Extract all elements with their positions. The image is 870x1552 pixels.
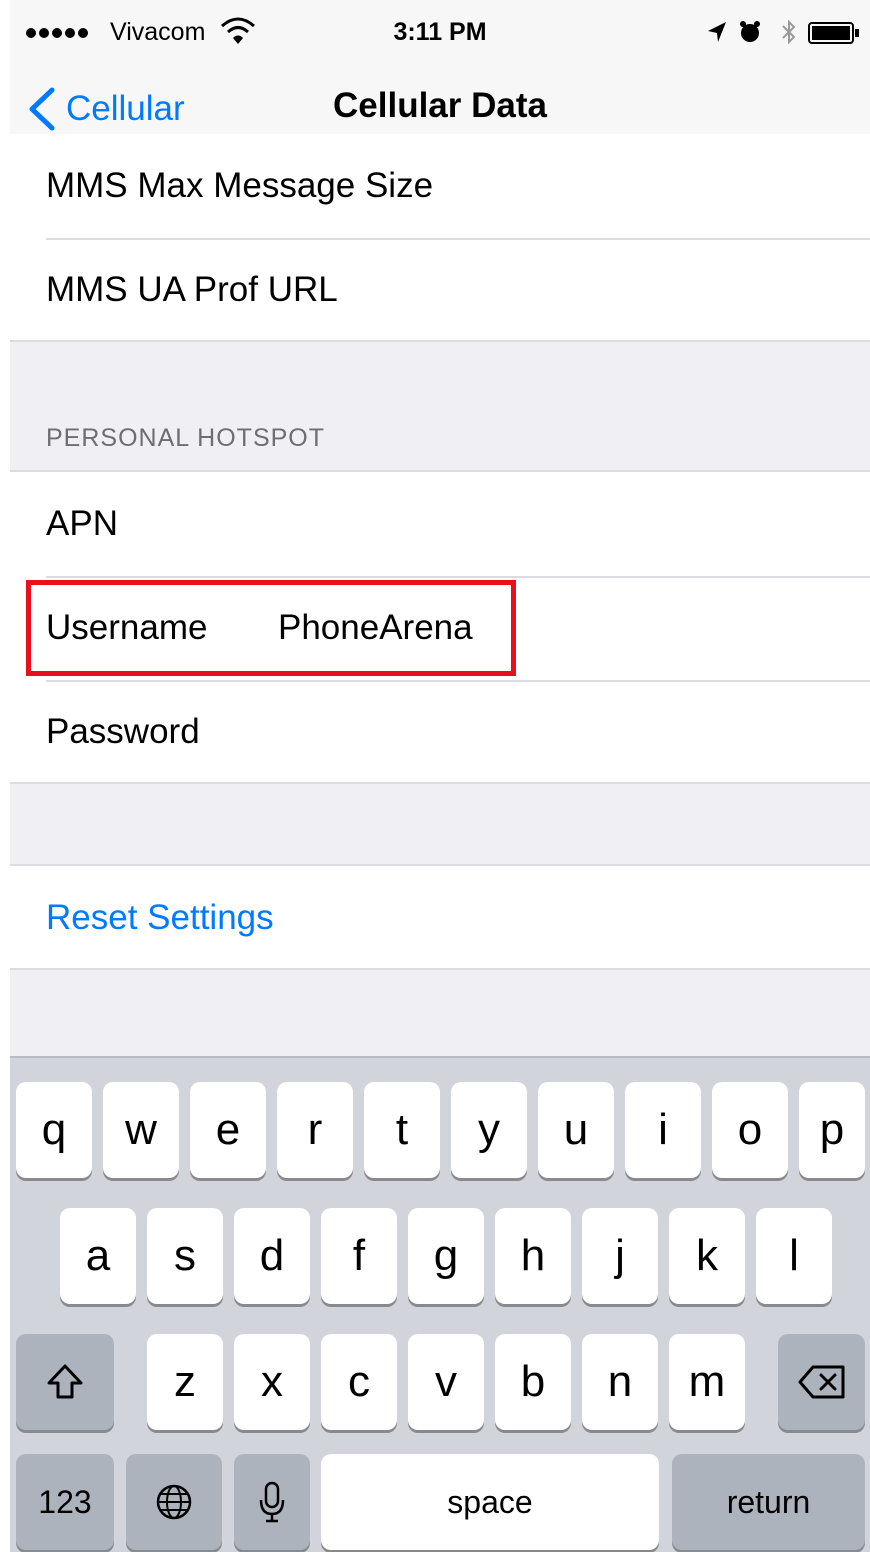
- key-h[interactable]: h: [495, 1208, 571, 1304]
- key-v[interactable]: v: [408, 1334, 484, 1430]
- key-w[interactable]: w: [103, 1082, 179, 1178]
- microphone-icon: [259, 1481, 285, 1523]
- key-f[interactable]: f: [321, 1208, 397, 1304]
- personal-hotspot-group: APN Username PhoneArena Password: [10, 472, 870, 784]
- key-t[interactable]: t: [364, 1082, 440, 1178]
- username-field[interactable]: PhoneArena: [278, 576, 473, 680]
- key-d[interactable]: d: [234, 1208, 310, 1304]
- divider: [10, 968, 870, 970]
- key-a[interactable]: a: [60, 1208, 136, 1304]
- key-g[interactable]: g: [408, 1208, 484, 1304]
- key-c[interactable]: c: [321, 1334, 397, 1430]
- backspace-key[interactable]: [778, 1334, 865, 1430]
- backspace-icon: [798, 1365, 844, 1399]
- key-o[interactable]: o: [712, 1082, 788, 1178]
- key-j[interactable]: j: [582, 1208, 658, 1304]
- shift-icon: [47, 1364, 83, 1399]
- key-k[interactable]: k: [669, 1208, 745, 1304]
- reset-settings-label: Reset Settings: [46, 898, 274, 937]
- page-title: Cellular Data: [333, 86, 547, 125]
- screen: Vivacom 3:11 PM Cellular Cellular Data M…: [10, 0, 870, 1552]
- divider: [10, 340, 870, 342]
- apn-row[interactable]: APN: [10, 472, 870, 576]
- key-m[interactable]: m: [669, 1334, 745, 1430]
- row-label: APN: [46, 504, 118, 543]
- reset-group: Reset Settings: [10, 866, 870, 970]
- key-r[interactable]: r: [277, 1082, 353, 1178]
- alarm-icon: [740, 21, 760, 42]
- row-label: MMS UA Prof URL: [46, 270, 338, 309]
- key-x[interactable]: x: [234, 1334, 310, 1430]
- section-header-personal-hotspot: PERSONAL HOTSPOT: [46, 424, 326, 452]
- reset-settings-button[interactable]: Reset Settings: [10, 866, 870, 970]
- status-bar: Vivacom 3:11 PM: [10, 0, 870, 66]
- numbers-key[interactable]: 123: [16, 1454, 114, 1550]
- key-e[interactable]: e: [190, 1082, 266, 1178]
- password-row[interactable]: Password: [10, 680, 870, 784]
- location-icon: [708, 22, 726, 42]
- key-s[interactable]: s: [147, 1208, 223, 1304]
- row-label: Username: [46, 608, 208, 647]
- globe-key[interactable]: [126, 1454, 222, 1550]
- keyboard: q w e r t y u i o p a s d f g h j k l z …: [10, 1056, 870, 1552]
- key-u[interactable]: u: [538, 1082, 614, 1178]
- key-p[interactable]: p: [799, 1082, 865, 1178]
- key-q[interactable]: q: [16, 1082, 92, 1178]
- mms-ua-prof-url-row[interactable]: MMS UA Prof URL: [10, 238, 870, 342]
- key-n[interactable]: n: [582, 1334, 658, 1430]
- key-b[interactable]: b: [495, 1334, 571, 1430]
- mms-settings-group: MMS Max Message Size MMS UA Prof URL: [10, 134, 870, 342]
- key-z[interactable]: z: [147, 1334, 223, 1430]
- mms-max-message-size-row[interactable]: MMS Max Message Size: [10, 134, 870, 238]
- row-label: MMS Max Message Size: [46, 166, 434, 205]
- key-y[interactable]: y: [451, 1082, 527, 1178]
- battery-icon: [808, 22, 859, 44]
- divider: [10, 782, 870, 784]
- space-key[interactable]: space: [321, 1454, 659, 1550]
- username-row[interactable]: Username PhoneArena: [10, 576, 870, 680]
- shift-key[interactable]: [16, 1334, 114, 1430]
- key-i[interactable]: i: [625, 1082, 701, 1178]
- microphone-key[interactable]: [234, 1454, 310, 1550]
- row-label: Password: [46, 712, 200, 751]
- globe-icon: [156, 1484, 192, 1520]
- key-l[interactable]: l: [756, 1208, 832, 1304]
- bluetooth-icon: [782, 19, 796, 45]
- return-key[interactable]: return: [672, 1454, 865, 1550]
